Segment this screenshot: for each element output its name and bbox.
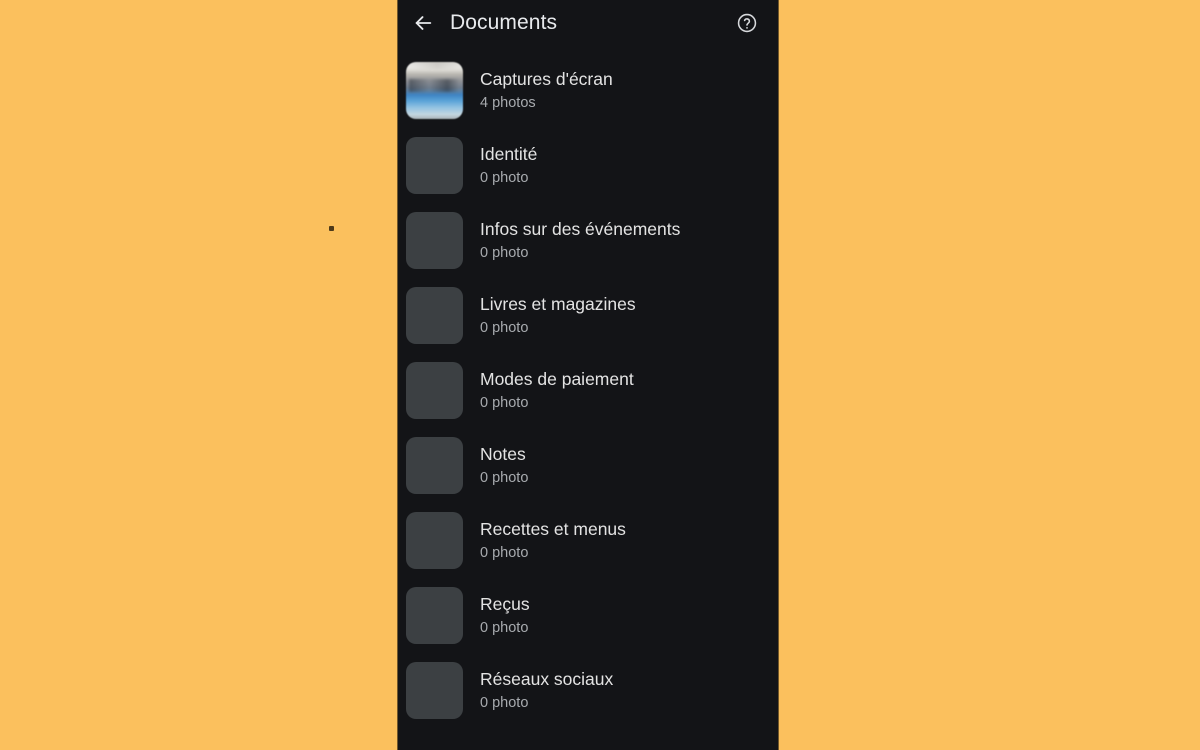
placeholder-thumbnail [406, 587, 463, 644]
app-bar: Documents [398, 0, 778, 46]
list-item-text: Captures d'écran 4 photos [480, 68, 613, 113]
list-item[interactable]: Captures d'écran 4 photos [398, 53, 778, 128]
list-item-count: 0 photo [480, 395, 529, 411]
placeholder-thumbnail [406, 287, 463, 344]
list-item-title: Captures d'écran [480, 69, 613, 89]
documents-list[interactable]: Captures d'écran 4 photos Identité 0 photo I… [398, 46, 778, 728]
list-item[interactable]: Infos sur des événements 0 photo [398, 203, 778, 278]
list-item-text: Livres et magazines 0 photo [480, 293, 636, 338]
list-item-text: Modes de paiement 0 photo [480, 368, 634, 413]
list-item-title: Reçus [480, 594, 530, 614]
placeholder-thumbnail [406, 362, 463, 419]
list-item-count: 0 photo [480, 695, 529, 711]
list-item[interactable]: Recettes et menus 0 photo [398, 503, 778, 578]
page-title: Documents [450, 11, 558, 34]
list-item[interactable]: Livres et magazines 0 photo [398, 278, 778, 353]
list-item[interactable]: Réseaux sociaux 0 photo [398, 653, 778, 728]
list-item-count: 0 photo [480, 620, 529, 636]
list-item[interactable]: Notes 0 photo [398, 428, 778, 503]
list-item-text: Identité 0 photo [480, 143, 537, 188]
list-item-text: Notes 0 photo [480, 443, 528, 488]
list-item-count: 4 photos [480, 95, 536, 111]
list-item-title: Modes de paiement [480, 369, 634, 389]
list-item-title: Livres et magazines [480, 294, 636, 314]
list-item-text: Réseaux sociaux 0 photo [480, 668, 613, 713]
placeholder-thumbnail [406, 512, 463, 569]
list-item-title: Infos sur des événements [480, 219, 681, 239]
backdrop-speck-artifact [329, 226, 334, 231]
list-item-text: Recettes et menus 0 photo [480, 518, 626, 563]
list-item-count: 0 photo [480, 545, 529, 561]
phone-screen: Documents Captures d'écran 4 photos Identi… [398, 0, 778, 750]
list-item-title: Recettes et menus [480, 519, 626, 539]
list-item[interactable]: Modes de paiement 0 photo [398, 353, 778, 428]
list-item[interactable]: Reçus 0 photo [398, 578, 778, 653]
list-item-count: 0 photo [480, 170, 529, 186]
list-item-count: 0 photo [480, 245, 529, 261]
placeholder-thumbnail [406, 662, 463, 719]
list-item-title: Identité [480, 144, 538, 164]
arrow-left-icon [412, 12, 434, 34]
placeholder-thumbnail [406, 137, 463, 194]
list-item[interactable]: Identité 0 photo [398, 128, 778, 203]
help-button[interactable] [730, 6, 764, 40]
help-circle-icon [736, 12, 758, 34]
photo-thumbnail [406, 62, 463, 119]
placeholder-thumbnail [406, 437, 463, 494]
list-item-count: 0 photo [480, 470, 529, 486]
back-button[interactable] [406, 6, 440, 40]
list-item-title: Réseaux sociaux [480, 669, 614, 689]
list-item-text: Reçus 0 photo [480, 593, 530, 638]
list-item-text: Infos sur des événements 0 photo [480, 218, 680, 263]
list-item-title: Notes [480, 444, 526, 464]
list-item-count: 0 photo [480, 320, 529, 336]
placeholder-thumbnail [406, 212, 463, 269]
